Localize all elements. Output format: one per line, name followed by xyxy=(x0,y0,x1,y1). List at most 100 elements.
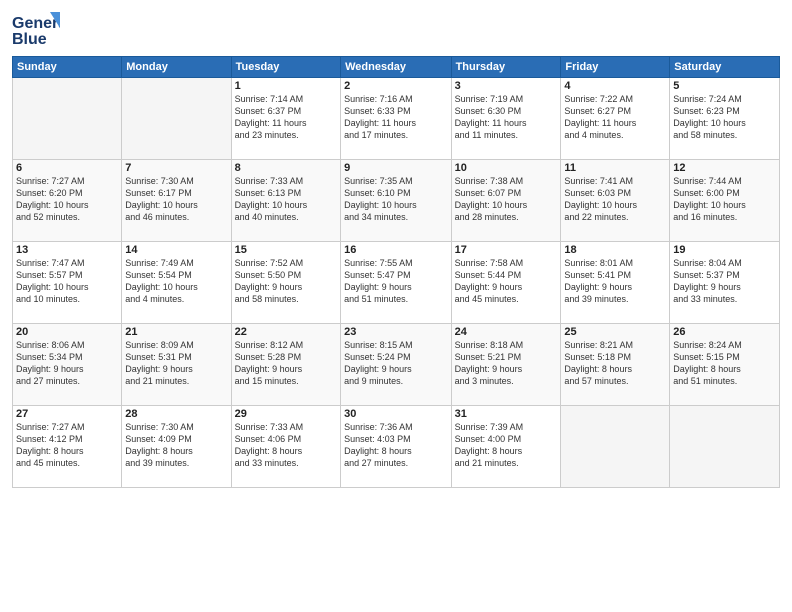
calendar-cell: 4Sunrise: 7:22 AM Sunset: 6:27 PM Daylig… xyxy=(561,78,670,160)
calendar-week-5: 27Sunrise: 7:27 AM Sunset: 4:12 PM Dayli… xyxy=(13,406,780,488)
calendar-cell: 6Sunrise: 7:27 AM Sunset: 6:20 PM Daylig… xyxy=(13,160,122,242)
calendar-cell: 14Sunrise: 7:49 AM Sunset: 5:54 PM Dayli… xyxy=(122,242,231,324)
calendar-cell: 20Sunrise: 8:06 AM Sunset: 5:34 PM Dayli… xyxy=(13,324,122,406)
calendar-cell xyxy=(122,78,231,160)
day-info: Sunrise: 8:24 AM Sunset: 5:15 PM Dayligh… xyxy=(673,339,776,388)
day-info: Sunrise: 8:01 AM Sunset: 5:41 PM Dayligh… xyxy=(564,257,666,306)
day-number: 21 xyxy=(125,326,227,338)
calendar-cell: 26Sunrise: 8:24 AM Sunset: 5:15 PM Dayli… xyxy=(670,324,780,406)
calendar-cell: 29Sunrise: 7:33 AM Sunset: 4:06 PM Dayli… xyxy=(231,406,340,488)
day-number: 26 xyxy=(673,326,776,338)
day-number: 23 xyxy=(344,326,447,338)
day-info: Sunrise: 7:27 AM Sunset: 6:20 PM Dayligh… xyxy=(16,175,118,224)
logo: General Blue xyxy=(12,10,60,50)
day-number: 25 xyxy=(564,326,666,338)
calendar-cell: 1Sunrise: 7:14 AM Sunset: 6:37 PM Daylig… xyxy=(231,78,340,160)
day-info: Sunrise: 8:04 AM Sunset: 5:37 PM Dayligh… xyxy=(673,257,776,306)
page: General Blue SundayMondayTuesdayWednesda… xyxy=(0,0,792,612)
day-info: Sunrise: 7:58 AM Sunset: 5:44 PM Dayligh… xyxy=(455,257,558,306)
day-number: 8 xyxy=(235,162,337,174)
calendar-cell xyxy=(561,406,670,488)
calendar-week-2: 6Sunrise: 7:27 AM Sunset: 6:20 PM Daylig… xyxy=(13,160,780,242)
calendar-cell: 12Sunrise: 7:44 AM Sunset: 6:00 PM Dayli… xyxy=(670,160,780,242)
calendar-cell: 24Sunrise: 8:18 AM Sunset: 5:21 PM Dayli… xyxy=(451,324,561,406)
day-info: Sunrise: 7:27 AM Sunset: 4:12 PM Dayligh… xyxy=(16,421,118,470)
calendar-cell: 11Sunrise: 7:41 AM Sunset: 6:03 PM Dayli… xyxy=(561,160,670,242)
calendar-cell xyxy=(13,78,122,160)
header: General Blue xyxy=(12,10,780,50)
day-info: Sunrise: 7:38 AM Sunset: 6:07 PM Dayligh… xyxy=(455,175,558,224)
day-number: 30 xyxy=(344,408,447,420)
day-info: Sunrise: 8:15 AM Sunset: 5:24 PM Dayligh… xyxy=(344,339,447,388)
day-info: Sunrise: 7:22 AM Sunset: 6:27 PM Dayligh… xyxy=(564,93,666,142)
day-info: Sunrise: 7:36 AM Sunset: 4:03 PM Dayligh… xyxy=(344,421,447,470)
day-info: Sunrise: 7:16 AM Sunset: 6:33 PM Dayligh… xyxy=(344,93,447,142)
calendar-cell: 27Sunrise: 7:27 AM Sunset: 4:12 PM Dayli… xyxy=(13,406,122,488)
weekday-wednesday: Wednesday xyxy=(341,57,451,78)
day-number: 4 xyxy=(564,80,666,92)
calendar-cell: 28Sunrise: 7:30 AM Sunset: 4:09 PM Dayli… xyxy=(122,406,231,488)
calendar-week-1: 1Sunrise: 7:14 AM Sunset: 6:37 PM Daylig… xyxy=(13,78,780,160)
day-number: 14 xyxy=(125,244,227,256)
day-info: Sunrise: 7:44 AM Sunset: 6:00 PM Dayligh… xyxy=(673,175,776,224)
day-info: Sunrise: 7:41 AM Sunset: 6:03 PM Dayligh… xyxy=(564,175,666,224)
day-number: 5 xyxy=(673,80,776,92)
calendar-cell: 16Sunrise: 7:55 AM Sunset: 5:47 PM Dayli… xyxy=(341,242,451,324)
calendar-table: SundayMondayTuesdayWednesdayThursdayFrid… xyxy=(12,56,780,488)
day-number: 9 xyxy=(344,162,447,174)
day-number: 3 xyxy=(455,80,558,92)
day-number: 7 xyxy=(125,162,227,174)
day-info: Sunrise: 8:09 AM Sunset: 5:31 PM Dayligh… xyxy=(125,339,227,388)
day-info: Sunrise: 7:49 AM Sunset: 5:54 PM Dayligh… xyxy=(125,257,227,306)
day-number: 6 xyxy=(16,162,118,174)
day-info: Sunrise: 7:30 AM Sunset: 6:17 PM Dayligh… xyxy=(125,175,227,224)
day-number: 16 xyxy=(344,244,447,256)
day-number: 27 xyxy=(16,408,118,420)
day-number: 1 xyxy=(235,80,337,92)
calendar-cell: 15Sunrise: 7:52 AM Sunset: 5:50 PM Dayli… xyxy=(231,242,340,324)
day-info: Sunrise: 7:39 AM Sunset: 4:00 PM Dayligh… xyxy=(455,421,558,470)
calendar-cell: 8Sunrise: 7:33 AM Sunset: 6:13 PM Daylig… xyxy=(231,160,340,242)
calendar-cell: 23Sunrise: 8:15 AM Sunset: 5:24 PM Dayli… xyxy=(341,324,451,406)
day-number: 24 xyxy=(455,326,558,338)
day-info: Sunrise: 7:55 AM Sunset: 5:47 PM Dayligh… xyxy=(344,257,447,306)
calendar-cell: 18Sunrise: 8:01 AM Sunset: 5:41 PM Dayli… xyxy=(561,242,670,324)
day-number: 20 xyxy=(16,326,118,338)
calendar-cell: 10Sunrise: 7:38 AM Sunset: 6:07 PM Dayli… xyxy=(451,160,561,242)
day-info: Sunrise: 7:14 AM Sunset: 6:37 PM Dayligh… xyxy=(235,93,337,142)
day-number: 19 xyxy=(673,244,776,256)
day-number: 29 xyxy=(235,408,337,420)
day-info: Sunrise: 7:30 AM Sunset: 4:09 PM Dayligh… xyxy=(125,421,227,470)
day-info: Sunrise: 8:21 AM Sunset: 5:18 PM Dayligh… xyxy=(564,339,666,388)
day-info: Sunrise: 8:06 AM Sunset: 5:34 PM Dayligh… xyxy=(16,339,118,388)
day-info: Sunrise: 7:52 AM Sunset: 5:50 PM Dayligh… xyxy=(235,257,337,306)
day-number: 12 xyxy=(673,162,776,174)
day-info: Sunrise: 7:35 AM Sunset: 6:10 PM Dayligh… xyxy=(344,175,447,224)
calendar-cell: 25Sunrise: 8:21 AM Sunset: 5:18 PM Dayli… xyxy=(561,324,670,406)
day-info: Sunrise: 7:33 AM Sunset: 4:06 PM Dayligh… xyxy=(235,421,337,470)
calendar-week-4: 20Sunrise: 8:06 AM Sunset: 5:34 PM Dayli… xyxy=(13,324,780,406)
day-number: 18 xyxy=(564,244,666,256)
day-number: 28 xyxy=(125,408,227,420)
calendar-cell: 2Sunrise: 7:16 AM Sunset: 6:33 PM Daylig… xyxy=(341,78,451,160)
weekday-tuesday: Tuesday xyxy=(231,57,340,78)
day-number: 11 xyxy=(564,162,666,174)
calendar-cell: 21Sunrise: 8:09 AM Sunset: 5:31 PM Dayli… xyxy=(122,324,231,406)
calendar-cell: 30Sunrise: 7:36 AM Sunset: 4:03 PM Dayli… xyxy=(341,406,451,488)
weekday-sunday: Sunday xyxy=(13,57,122,78)
day-info: Sunrise: 7:24 AM Sunset: 6:23 PM Dayligh… xyxy=(673,93,776,142)
calendar-cell xyxy=(670,406,780,488)
day-info: Sunrise: 8:18 AM Sunset: 5:21 PM Dayligh… xyxy=(455,339,558,388)
day-number: 15 xyxy=(235,244,337,256)
day-number: 13 xyxy=(16,244,118,256)
calendar-cell: 22Sunrise: 8:12 AM Sunset: 5:28 PM Dayli… xyxy=(231,324,340,406)
weekday-header-row: SundayMondayTuesdayWednesdayThursdayFrid… xyxy=(13,57,780,78)
calendar-cell: 31Sunrise: 7:39 AM Sunset: 4:00 PM Dayli… xyxy=(451,406,561,488)
weekday-monday: Monday xyxy=(122,57,231,78)
calendar-cell: 13Sunrise: 7:47 AM Sunset: 5:57 PM Dayli… xyxy=(13,242,122,324)
day-number: 17 xyxy=(455,244,558,256)
calendar-cell: 7Sunrise: 7:30 AM Sunset: 6:17 PM Daylig… xyxy=(122,160,231,242)
calendar-cell: 5Sunrise: 7:24 AM Sunset: 6:23 PM Daylig… xyxy=(670,78,780,160)
weekday-friday: Friday xyxy=(561,57,670,78)
calendar-cell: 19Sunrise: 8:04 AM Sunset: 5:37 PM Dayli… xyxy=(670,242,780,324)
